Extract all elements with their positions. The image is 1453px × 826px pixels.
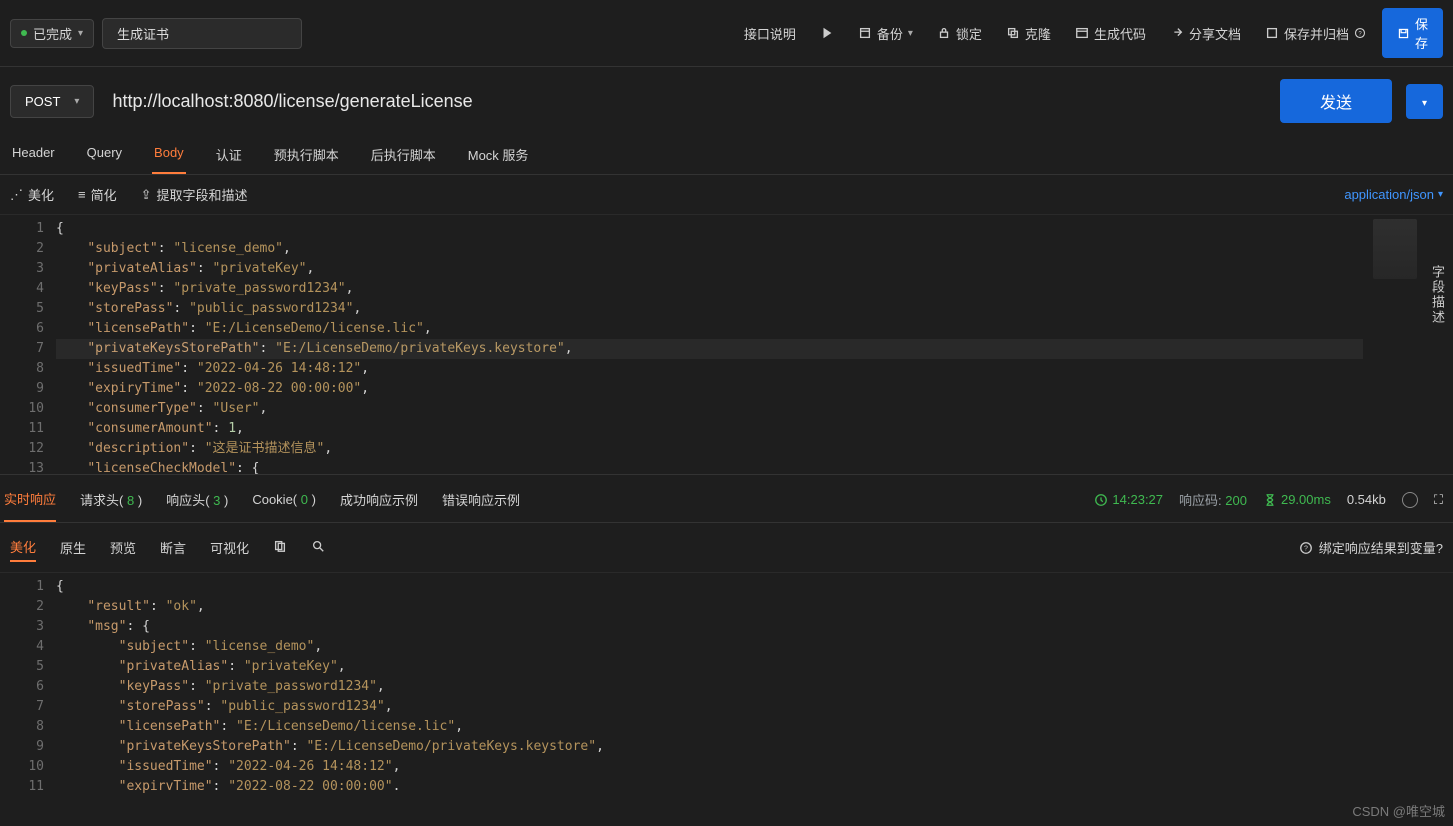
field-desc-toggle[interactable]: 字段描述	[1423, 255, 1453, 335]
body-code[interactable]: { "subject": "license_demo", "privateAli…	[56, 215, 1453, 474]
archive-icon	[1265, 26, 1279, 40]
send-button[interactable]: 发送	[1280, 79, 1392, 123]
tab-req-headers[interactable]: 请求头( 8 )	[80, 490, 142, 521]
code-icon	[1075, 26, 1089, 40]
search-button[interactable]	[311, 535, 325, 560]
expand-icon[interactable]: ⛶	[1434, 492, 1443, 508]
topbar: 已完成 ▾ 生成证书 接口说明 备份▾ 锁定 克隆 生成代码 分享文档 保存并归…	[0, 0, 1453, 67]
lock-button[interactable]: 锁定	[929, 20, 990, 47]
help-icon: ?	[1354, 27, 1366, 39]
chevron-down-icon: ▾	[1422, 98, 1427, 109]
tab-success-example[interactable]: 成功响应示例	[340, 490, 418, 521]
minimap[interactable]	[1373, 219, 1417, 279]
extract-button[interactable]: ⇪提取字段和描述	[141, 185, 248, 204]
play-icon	[820, 26, 834, 40]
tab-预执行脚本[interactable]: 预执行脚本	[272, 135, 341, 174]
status-dropdown[interactable]: 已完成 ▾	[10, 19, 94, 48]
clone-icon	[1006, 26, 1020, 40]
watermark: CSDN @唯空城	[1352, 801, 1445, 820]
tab-认证[interactable]: 认证	[214, 135, 244, 174]
svg-text:?: ?	[1358, 31, 1362, 37]
tab-cookie[interactable]: Cookie( 0 )	[252, 492, 316, 519]
response-editor[interactable]: 1234567891011 { "result": "ok", "msg": {…	[0, 573, 1453, 803]
hourglass-icon	[1263, 493, 1277, 507]
resp-raw[interactable]: 原生	[60, 534, 86, 561]
request-tabs: Header Query Body 认证预执行脚本后执行脚本 Mock 服务	[0, 135, 1453, 175]
copy-button[interactable]	[273, 535, 287, 560]
run-button[interactable]	[812, 22, 842, 44]
backup-icon	[858, 26, 872, 40]
svg-text:?: ?	[1304, 545, 1308, 552]
response-tabs: 实时响应 请求头( 8 ) 响应头( 3 ) Cookie( 0 ) 成功响应示…	[0, 474, 1453, 522]
lock-icon	[937, 26, 951, 40]
response-size: 0.54kb	[1347, 492, 1386, 507]
tab-realtime[interactable]: 实时响应	[4, 489, 56, 522]
tab-header[interactable]: Header	[10, 135, 57, 174]
response-meta: 14:23:27 响应码: 200 29.00ms 0.54kb ⛶	[1094, 490, 1443, 521]
tab-resp-headers[interactable]: 响应头( 3 )	[166, 490, 228, 521]
help-icon: ?	[1299, 541, 1313, 555]
url-input[interactable]	[106, 85, 1268, 118]
api-doc-link[interactable]: 接口说明	[736, 20, 804, 47]
clone-button[interactable]: 克隆	[998, 20, 1059, 47]
chevron-down-icon: ▾	[74, 96, 79, 107]
response-time: 14:23:27	[1094, 492, 1163, 507]
wand-icon: ⋰	[10, 187, 23, 203]
response-duration: 29.00ms	[1263, 492, 1331, 507]
gen-code-button[interactable]: 生成代码	[1067, 20, 1154, 47]
save-icon	[1397, 27, 1410, 40]
response-toolbar: 美化 原生 预览 断言 可视化 ?绑定响应结果到变量?	[0, 522, 1453, 573]
globe-icon[interactable]	[1402, 492, 1418, 508]
body-toolbar: ⋰美化 ≡简化 ⇪提取字段和描述 application/json▾	[0, 175, 1453, 214]
tab-后执行脚本[interactable]: 后执行脚本	[369, 135, 438, 174]
resp-preview[interactable]: 预览	[110, 534, 136, 561]
resp-visual[interactable]: 可视化	[210, 534, 249, 561]
list-icon: ≡	[78, 187, 86, 202]
request-bar: POST ▾ 发送 ▾	[0, 67, 1453, 135]
resp-code[interactable]: { "result": "ok", "msg": { "subject": "l…	[56, 573, 1453, 803]
body-editor[interactable]: 12345678910111213 { "subject": "license_…	[0, 214, 1453, 474]
resp-assert[interactable]: 断言	[160, 534, 186, 561]
tab-error-example[interactable]: 错误响应示例	[442, 490, 520, 521]
save-archive-button[interactable]: 保存并归档?	[1257, 20, 1374, 47]
status-dot-icon	[21, 30, 27, 36]
clock-icon	[1094, 493, 1108, 507]
beautify-button[interactable]: ⋰美化	[10, 185, 54, 204]
resp-beautify[interactable]: 美化	[10, 533, 36, 562]
upload-icon: ⇪	[141, 187, 152, 203]
copy-icon	[273, 539, 287, 553]
tab-mock 服务[interactable]: Mock 服务	[466, 135, 531, 174]
chevron-down-icon: ▾	[78, 28, 83, 39]
content-type-select[interactable]: application/json▾	[1344, 187, 1443, 202]
body-gutter: 12345678910111213	[0, 215, 56, 474]
share-icon	[1170, 26, 1184, 40]
send-more-button[interactable]: ▾	[1406, 84, 1443, 119]
chevron-down-icon: ▾	[1438, 189, 1443, 200]
tab-query[interactable]: Query	[85, 135, 124, 174]
save-button[interactable]: 保存	[1382, 8, 1443, 58]
status-label: 已完成	[33, 24, 72, 43]
chevron-down-icon: ▾	[908, 28, 913, 39]
backup-button[interactable]: 备份▾	[850, 20, 921, 47]
share-doc-button[interactable]: 分享文档	[1162, 20, 1249, 47]
simplify-button[interactable]: ≡简化	[78, 185, 117, 204]
bind-var-link[interactable]: ?绑定响应结果到变量?	[1299, 538, 1443, 557]
resp-gutter: 1234567891011	[0, 573, 56, 803]
search-icon	[311, 539, 325, 553]
api-name-input[interactable]: 生成证书	[102, 18, 302, 49]
method-select[interactable]: POST ▾	[10, 85, 94, 118]
tab-body[interactable]: Body	[152, 135, 186, 174]
response-code: 响应码: 200	[1179, 490, 1247, 509]
